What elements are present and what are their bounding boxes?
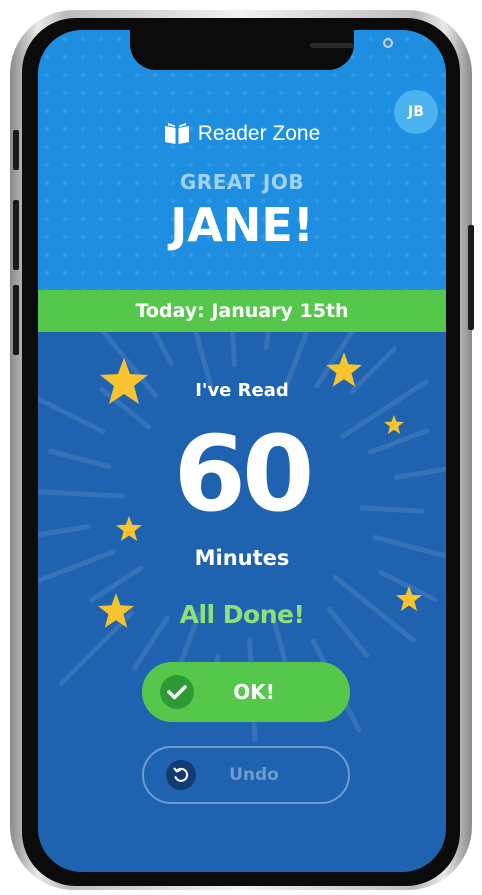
sunburst-ray: [230, 332, 237, 367]
reader-name: JANE!: [170, 198, 314, 252]
minutes-value: 60: [173, 413, 315, 535]
front-camera: [383, 38, 393, 48]
app-screen: JB Reader Zone GREAT JOB JANE! Today: Ja…: [38, 30, 446, 872]
sunburst-ray: [193, 332, 214, 389]
phone-side-button: [468, 225, 474, 330]
brand-name: Reader Zone: [197, 122, 321, 145]
status-text: All Done!: [179, 600, 305, 629]
undo-button[interactable]: Undo: [142, 746, 350, 804]
sunburst-ray: [263, 332, 272, 351]
date-bar: Today: January 15th: [38, 290, 446, 332]
ok-button-label: OK!: [233, 680, 275, 704]
phone-side-button: [13, 200, 19, 270]
read-label: I've Read: [195, 380, 289, 401]
phone-side-button: [13, 285, 19, 355]
minutes-label: Minutes: [194, 546, 290, 570]
phone-side-button: [13, 130, 19, 170]
ok-button[interactable]: OK!: [142, 662, 350, 722]
greeting-line: GREAT JOB: [179, 170, 305, 194]
brand: Reader Zone: [38, 122, 446, 146]
undo-button-label: Undo: [229, 765, 279, 785]
speaker-grille: [310, 43, 354, 48]
book-icon: [164, 123, 190, 145]
phone-notch: [130, 30, 393, 70]
